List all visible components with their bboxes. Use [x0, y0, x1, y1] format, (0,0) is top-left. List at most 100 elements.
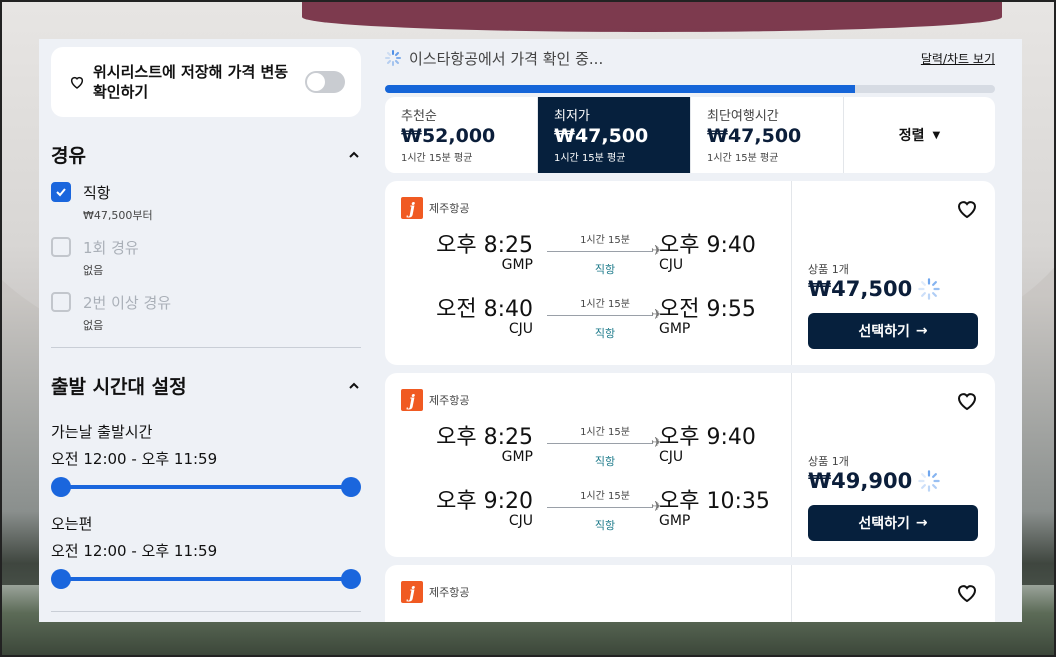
flight-result-card[interactable]: j 제주항공 오후 8:25 GMP 1시간 15분 ✈ 직항 오후 9:40 …: [385, 373, 995, 557]
flight-result-card[interactable]: j 제주항공: [385, 565, 995, 622]
return-time-slider[interactable]: [51, 567, 361, 591]
option-label: 2번 이상 경유: [83, 294, 172, 312]
chevron-up-icon[interactable]: [347, 148, 361, 162]
airline-name: 제주항공: [429, 586, 470, 599]
arrival-airport: CJU: [659, 257, 684, 273]
sort-price: ₩47,500: [554, 125, 649, 147]
heart-icon: [70, 76, 84, 89]
slider-track: [61, 485, 351, 489]
divider: [51, 347, 361, 348]
divider: [51, 611, 361, 612]
arrival-airport: GMP: [659, 321, 691, 337]
sort-label: 최저가: [554, 109, 590, 124]
return-range: 오전 12:00 - 오후 11:59: [51, 542, 218, 560]
arrow-right-icon: →: [915, 323, 928, 339]
route-line: [547, 251, 653, 252]
status-text: 이스타항공에서 가격 확인 중...: [409, 49, 604, 68]
wishlist-card: 위시리스트에 저장해 가격 변동 확인하기: [51, 47, 361, 117]
outbound-leg: 오후 8:25 GMP 1시간 15분 ✈ 직항 오후 9:40 CJU: [401, 227, 791, 291]
flight-duration: 1시간 15분: [580, 427, 630, 438]
airline-info: j 제주항공: [401, 581, 791, 603]
arrival-time: 오후 9:40: [659, 233, 756, 258]
chevron-up-icon[interactable]: [347, 379, 361, 393]
spinner-icon: [918, 470, 940, 492]
flight-details: j 제주항공: [385, 565, 792, 622]
airline-info: j 제주항공: [401, 197, 791, 219]
departure-time-header[interactable]: 출발 시간대 설정: [51, 372, 361, 399]
slider-handle-start[interactable]: [51, 569, 71, 589]
price-value: ₩49,900: [808, 469, 913, 493]
price-panel: [792, 565, 995, 622]
select-button[interactable]: 선택하기 →: [808, 505, 978, 541]
select-button[interactable]: 선택하기 →: [808, 313, 978, 349]
airline-logo: j: [401, 197, 423, 219]
outbound-time-slider[interactable]: [51, 475, 361, 499]
sort-price: ₩47,500: [707, 125, 802, 147]
wishlist-text: 위시리스트에 저장해 가격 변동 확인하기: [93, 63, 289, 101]
return-label: 오는편: [51, 515, 93, 533]
slider-handle-end[interactable]: [341, 569, 361, 589]
sort-label: 추천순: [401, 109, 437, 124]
sort-tab-fastest[interactable]: 최단여행시간 ₩47,500 1시간 15분 평균: [691, 97, 844, 173]
progress-fill: [385, 85, 855, 93]
filters-sidebar: 위시리스트에 저장해 가격 변동 확인하기 경유 직항 ₩47,500부터 1회…: [51, 47, 361, 612]
slider-handle-end[interactable]: [341, 477, 361, 497]
offer-count: 상품 1개: [808, 455, 849, 468]
sort-tab-cheapest[interactable]: 최저가 ₩47,500 1시간 15분 평균: [538, 97, 691, 173]
stops-header[interactable]: 경유: [51, 141, 361, 168]
stops-label: 직항: [594, 327, 616, 340]
sort-tabs: 추천순 ₩52,000 1시간 15분 평균 최저가 ₩47,500 1시간 1…: [385, 97, 995, 173]
search-results-panel: 위시리스트에 저장해 가격 변동 확인하기 경유 직항 ₩47,500부터 1회…: [39, 39, 1022, 622]
search-progress-bar: [385, 85, 995, 93]
departure-time: 오후 8:25: [436, 425, 533, 450]
sort-label: 최단여행시간: [707, 109, 779, 124]
loading-status: 이스타항공에서 가격 확인 중... 달력/차트 보기: [385, 39, 995, 77]
heart-icon[interactable]: [955, 389, 979, 413]
heart-icon[interactable]: [955, 197, 979, 221]
flight-result-card[interactable]: j 제주항공 오후 8:25 GMP 1시간 15분 ✈ 직항 오후 9:40 …: [385, 181, 995, 365]
spinner-icon: [385, 50, 401, 66]
departure-time: 오전 8:40: [436, 297, 533, 322]
return-leg: 오후 9:20 CJU 1시간 15분 ✈ 직항 오후 10:35 GMP: [401, 483, 791, 547]
flight-details: j 제주항공 오후 8:25 GMP 1시간 15분 ✈ 직항 오후 9:40 …: [385, 181, 792, 365]
airline-name: 제주항공: [429, 202, 470, 215]
stops-title: 경유: [51, 145, 86, 167]
stops-option-two-plus[interactable]: 2번 이상 경유 없음: [51, 292, 361, 333]
option-label: 1회 경유: [83, 239, 139, 257]
offer-count: 상품 1개: [808, 263, 849, 276]
sort-avg: 1시간 15분 평균: [707, 153, 779, 164]
flight-duration: 1시간 15분: [580, 235, 630, 246]
option-label: 직항: [83, 184, 111, 202]
outbound-label: 가는날 출발시간: [51, 423, 153, 441]
option-sub: 없음: [83, 319, 104, 332]
airline-info: j 제주항공: [401, 389, 791, 411]
arrow-right-icon: →: [915, 515, 928, 531]
slider-handle-start[interactable]: [51, 477, 71, 497]
price-row: ₩47,500: [808, 277, 940, 301]
stops-option-direct[interactable]: 직항 ₩47,500부터: [51, 182, 361, 223]
check-icon: [56, 188, 66, 197]
departure-airport: GMP: [501, 257, 533, 273]
flight-duration: 1시간 15분: [580, 491, 630, 502]
stops-option-one[interactable]: 1회 경유 없음: [51, 237, 361, 278]
departure-time: 오후 9:20: [436, 489, 533, 514]
departure-airport: CJU: [508, 321, 533, 337]
heart-icon[interactable]: [955, 581, 979, 605]
airline-logo: j: [401, 389, 423, 411]
flight-details: j 제주항공 오후 8:25 GMP 1시간 15분 ✈ 직항 오후 9:40 …: [385, 373, 792, 557]
departure-airport: CJU: [508, 513, 533, 529]
arrival-time: 오후 10:35: [659, 489, 770, 514]
calendar-chart-link[interactable]: 달력/차트 보기: [921, 50, 995, 67]
direct-checkbox[interactable]: [51, 182, 71, 202]
wishlist-toggle[interactable]: [305, 71, 345, 93]
price-panel: 상품 1개 ₩49,900 선택하기 →: [792, 373, 995, 557]
one-stop-checkbox[interactable]: [51, 237, 71, 257]
sort-avg: 1시간 15분 평균: [554, 153, 626, 164]
two-plus-stops-checkbox[interactable]: [51, 292, 71, 312]
sort-tab-recommended[interactable]: 추천순 ₩52,000 1시간 15분 평균: [385, 97, 538, 173]
airline-logo: j: [401, 581, 423, 603]
departure-time: 오후 8:25: [436, 233, 533, 258]
sort-dropdown[interactable]: 정렬 ▼: [844, 97, 995, 173]
caret-down-icon: ▼: [932, 129, 941, 141]
outbound-leg: 오후 8:25 GMP 1시간 15분 ✈ 직항 오후 9:40 CJU: [401, 419, 791, 483]
